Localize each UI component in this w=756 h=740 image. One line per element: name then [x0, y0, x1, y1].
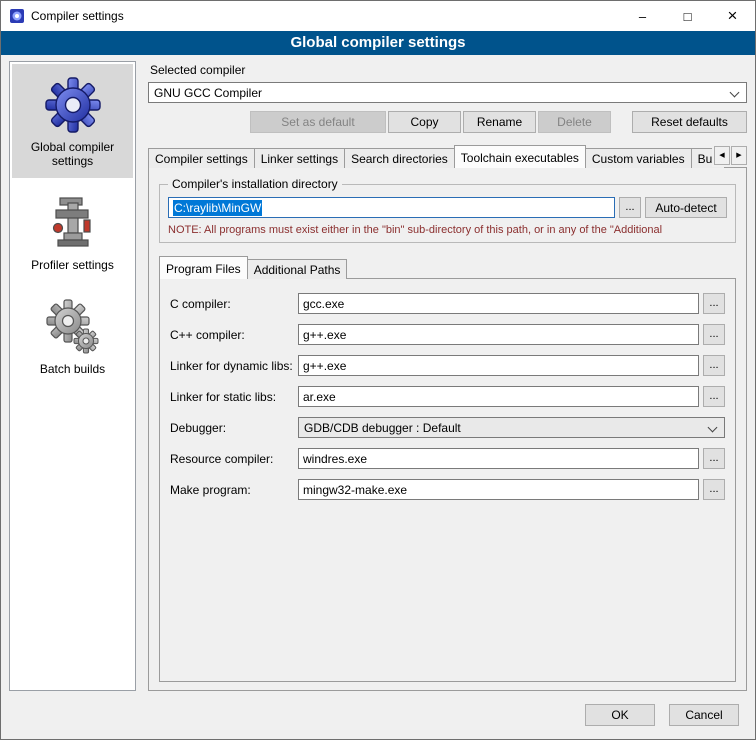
linker-static-libs-label: Linker for static libs: — [170, 390, 298, 404]
window-title: Compiler settings — [31, 9, 124, 23]
install-dir-groupbox: Compiler's installation directory C:\ray… — [159, 184, 736, 243]
toolchain-tab-panel: Compiler's installation directory C:\ray… — [148, 167, 747, 691]
cpp-compiler-row: C++ compiler:g++.exe... — [170, 324, 725, 345]
sidebar-item-label: Batch builds — [15, 362, 130, 376]
cpp-compiler-browse-button[interactable]: ... — [703, 324, 725, 345]
linker-static-libs-browse-button[interactable]: ... — [703, 386, 725, 407]
program-files-tabstrip: Program FilesAdditional Paths — [159, 257, 736, 279]
make-program-label: Make program: — [170, 483, 298, 497]
sidebar-item-profiler-settings[interactable]: Profiler settings — [12, 182, 133, 282]
dialog-footer: OK Cancel — [1, 697, 755, 739]
linker-static-libs-row: Linker for static libs:ar.exe... — [170, 386, 725, 407]
compiler-settings-dialog: Compiler settings – □ × Global compiler … — [0, 0, 756, 740]
toolchain-fields: C compiler:gcc.exe...C++ compiler:g++.ex… — [170, 293, 725, 500]
linker-dynamic-libs-label: Linker for dynamic libs: — [170, 359, 298, 373]
maximize-icon[interactable]: □ — [665, 1, 710, 31]
settings-sidebar: Global compiler settings Profiler settin… — [9, 61, 136, 691]
tab-scroll-left-icon[interactable]: ◀ — [714, 146, 730, 165]
debugger-value: GDB/CDB debugger : Default — [304, 421, 461, 435]
tab-scroll-right-icon[interactable]: ▶ — [731, 146, 747, 165]
titlebar: Compiler settings – □ × — [1, 1, 755, 31]
tab-compiler-settings[interactable]: Compiler settings — [148, 148, 255, 168]
tab-toolchain-executables[interactable]: Toolchain executables — [454, 145, 586, 168]
gray-gears-icon — [44, 298, 102, 356]
profiler-tool-icon — [44, 194, 102, 252]
subtab-program-files[interactable]: Program Files — [159, 256, 248, 279]
resource-compiler-label: Resource compiler: — [170, 452, 298, 466]
c-compiler-row: C compiler:gcc.exe... — [170, 293, 725, 314]
rename-button[interactable]: Rename — [463, 111, 536, 133]
sidebar-item-global-compiler-settings[interactable]: Global compiler settings — [12, 64, 133, 178]
sidebar-item-batch-builds[interactable]: Batch builds — [12, 286, 133, 386]
resource-compiler-row: Resource compiler:windres.exe... — [170, 448, 725, 469]
reset-defaults-button[interactable]: Reset defaults — [632, 111, 747, 133]
linker-dynamic-libs-browse-button[interactable]: ... — [703, 355, 725, 376]
sidebar-item-label: Profiler settings — [15, 258, 130, 272]
page-title: Global compiler settings — [1, 31, 755, 55]
tab-scroll: ◀ ▶ — [712, 146, 747, 167]
selected-compiler-combo[interactable]: GNU GCC Compiler — [148, 82, 747, 103]
autodetect-button[interactable]: Auto-detect — [645, 197, 727, 218]
subtab-additional-paths[interactable]: Additional Paths — [247, 259, 348, 279]
install-dir-note: NOTE: All programs must exist either in … — [168, 224, 727, 236]
c-compiler-input[interactable]: gcc.exe — [298, 293, 699, 314]
c-compiler-browse-button[interactable]: ... — [703, 293, 725, 314]
linker-static-libs-input[interactable]: ar.exe — [298, 386, 699, 407]
linker-dynamic-libs-row: Linker for dynamic libs:g++.exe... — [170, 355, 725, 376]
debugger-select[interactable]: GDB/CDB debugger : Default — [298, 417, 725, 438]
debugger-row: Debugger: GDB/CDB debugger : Default — [170, 417, 725, 438]
install-dir-value: C:\raylib\MinGW — [173, 200, 262, 216]
ok-button[interactable]: OK — [585, 704, 655, 726]
blue-gear-icon — [44, 76, 102, 134]
close-icon[interactable]: × — [710, 1, 755, 31]
resource-compiler-browse-button[interactable]: ... — [703, 448, 725, 469]
make-program-row: Make program:mingw32-make.exe... — [170, 479, 725, 500]
compiler-actions: Set as defaultCopyRenameDelete Reset defa… — [148, 111, 747, 133]
main-panel: Selected compiler GNU GCC Compiler Set a… — [148, 61, 747, 691]
make-program-browse-button[interactable]: ... — [703, 479, 725, 500]
settings-tabstrip: Compiler settingsLinker settingsSearch d… — [148, 145, 747, 168]
selected-compiler-label: Selected compiler — [150, 63, 747, 77]
debugger-label: Debugger: — [170, 421, 298, 435]
linker-dynamic-libs-input[interactable]: g++.exe — [298, 355, 699, 376]
resource-compiler-input[interactable]: windres.exe — [298, 448, 699, 469]
delete-button: Delete — [538, 111, 611, 133]
sidebar-item-label: Global compiler settings — [15, 140, 130, 168]
program-files-panel: C compiler:gcc.exe...C++ compiler:g++.ex… — [159, 278, 736, 682]
tab-custom-variables[interactable]: Custom variables — [585, 148, 692, 168]
c-compiler-label: C compiler: — [170, 297, 298, 311]
chevron-down-icon — [730, 88, 740, 98]
install-dir-browse-button[interactable]: ... — [619, 197, 641, 218]
minimize-icon[interactable]: – — [620, 1, 665, 31]
cpp-compiler-input[interactable]: g++.exe — [298, 324, 699, 345]
install-dir-group-title: Compiler's installation directory — [168, 177, 342, 191]
install-dir-row: C:\raylib\MinGW ... Auto-detect — [168, 197, 727, 218]
chevron-down-icon — [708, 423, 718, 433]
cpp-compiler-label: C++ compiler: — [170, 328, 298, 342]
set-as-default-button: Set as default — [250, 111, 386, 133]
tab-linker-settings[interactable]: Linker settings — [254, 148, 345, 168]
tab-search-directories[interactable]: Search directories — [344, 148, 455, 168]
make-program-input[interactable]: mingw32-make.exe — [298, 479, 699, 500]
install-dir-input[interactable]: C:\raylib\MinGW — [168, 197, 615, 218]
app-icon — [9, 8, 25, 24]
selected-compiler-value: GNU GCC Compiler — [154, 86, 262, 100]
copy-button[interactable]: Copy — [388, 111, 461, 133]
dialog-content: Global compiler settings Profiler settin… — [1, 55, 755, 697]
cancel-button[interactable]: Cancel — [669, 704, 739, 726]
